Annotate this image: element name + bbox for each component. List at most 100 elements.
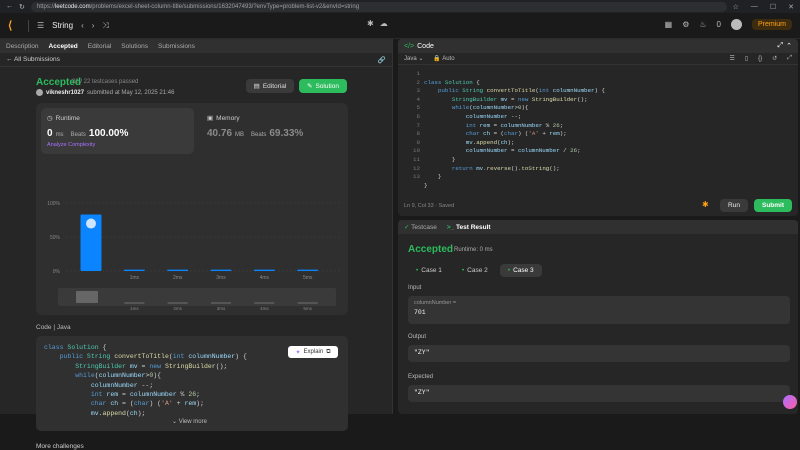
reset-icon[interactable]: ↺ [772, 55, 777, 62]
run-button[interactable]: Run [720, 199, 748, 212]
tab-test-result[interactable]: >_ Test Result [447, 224, 491, 231]
explain-label: Explain [303, 349, 324, 355]
overview-bar [211, 302, 231, 304]
memory-beats-label: Beats [251, 132, 267, 138]
bug-icon[interactable]: ✱ [367, 19, 374, 28]
next-problem-icon[interactable]: › [92, 21, 95, 30]
solution-button[interactable]: ✎ Solution [299, 79, 347, 93]
streak-count: 0 [716, 20, 721, 29]
code-editor[interactable]: 1 2 3 4 5 6 7 8 9 10 11 12 13 class Solution { publi… [398, 67, 798, 190]
submitted-at: submitted at May 12, 2025 21:46 [87, 89, 175, 96]
cursor-position: Ln 9, Col 33 [404, 203, 434, 209]
edit-icon: ✎ [307, 83, 313, 90]
bookmark-icon[interactable]: ▯ [745, 55, 748, 62]
back-to-all-submissions[interactable]: ← All Submissions [6, 56, 60, 63]
analyze-complexity-link[interactable]: Analyze Complexity [47, 142, 188, 148]
close-window-icon[interactable]: ✕ [788, 3, 794, 11]
debugger-icon[interactable]: ✱ [702, 200, 709, 209]
tab-editorial[interactable]: Editorial [88, 43, 111, 50]
divider [28, 19, 29, 32]
maximize-icon[interactable]: ☐ [770, 3, 776, 11]
y-tick-label: 50% [50, 235, 61, 241]
prev-problem-icon[interactable]: ‹ [81, 21, 84, 30]
overview-bar [254, 302, 275, 304]
layout-icon[interactable]: ▦ [665, 20, 673, 29]
case-tabs: • Case 1 • Case 2 • Case 3 [408, 264, 542, 277]
notes-icon[interactable]: ☰ [729, 55, 734, 62]
test-tabs: ✓ Testcase >_ Test Result [398, 220, 798, 234]
more-challenges-heading: More challenges [36, 443, 84, 450]
submit-button[interactable]: Submit [754, 199, 792, 212]
memory-card[interactable]: ▣ Memory 40.76 MB Beats 69.33% [201, 108, 341, 154]
case-tab-2[interactable]: • Case 2 [454, 264, 496, 277]
runtime-card[interactable]: ◷ Runtime 0 ms Beats 100.00% Analyze Comp… [41, 108, 194, 154]
explain-button[interactable]: ✦ Explain ⧉ [288, 346, 338, 358]
url-host: leetcode.com [54, 3, 91, 10]
address-bar[interactable]: https://leetcode.com/problems/excel-shee… [30, 1, 727, 12]
code-section-label: Code | Java [36, 324, 71, 331]
output-label: Output [408, 334, 427, 340]
fire-icon[interactable]: ♨ [699, 20, 706, 29]
test-result-tab-label: Test Result [456, 223, 491, 231]
testcases-passed: 22 / 22 testcases passed [72, 79, 139, 85]
maximize-panel-icon[interactable]: ⤢ [778, 42, 784, 50]
memory-unit: MB [235, 132, 245, 138]
upload-icon[interactable]: ☁ [380, 19, 388, 28]
test-result-panel: ✓ Testcase >_ Test Result Accepted Runti… [398, 220, 798, 414]
share-link-icon[interactable]: 🔗 [378, 56, 386, 64]
bar [253, 269, 275, 271]
back-icon[interactable]: ← [6, 3, 13, 10]
breadcrumb: ← All Submissions 🔗 [0, 53, 392, 67]
x-tick-label: 5ms [303, 275, 313, 281]
tab-description[interactable]: Description [6, 43, 39, 50]
pass-dot-icon: • [416, 267, 419, 274]
editor-source[interactable]: class Solution { public String convertTo… [424, 70, 605, 190]
x-tick-label: 2ms [173, 275, 183, 281]
braces-icon[interactable]: {} [758, 56, 762, 62]
sparkle-icon: ✦ [295, 349, 301, 356]
ai-assistant-icon[interactable] [783, 395, 797, 409]
code-line: char ch = (char) ('A' + rem); [90, 400, 204, 408]
star-icon[interactable]: ☆ [733, 3, 739, 11]
view-more-link[interactable]: ⌄ View more [172, 418, 207, 425]
memory-beats: 69.33% [269, 128, 304, 139]
overview-bar [124, 302, 145, 304]
chart-overview [58, 288, 336, 306]
tab-testcase[interactable]: ✓ Testcase [404, 223, 437, 231]
leetcode-logo-icon[interactable]: ⟨ [8, 20, 20, 32]
fullscreen-icon[interactable]: ⤢ [787, 55, 792, 62]
avatar[interactable] [730, 19, 742, 30]
mode-select[interactable]: 🔒 Auto [433, 55, 454, 62]
bar [297, 269, 319, 271]
reload-icon[interactable]: ↻ [19, 3, 25, 11]
line-number: 5 [416, 104, 420, 112]
username[interactable]: vikneshr1027 [46, 90, 84, 96]
premium-button[interactable]: Premium [751, 19, 792, 30]
code-editor-panel: </> Code ⤢ ⌃ Java ⌄ 🔒 Auto ☰ ▯ {} ↺ ⤢ 12… [398, 39, 798, 216]
memory-icon: ▣ [207, 115, 214, 122]
overview-tick-label: 5ms [303, 306, 312, 311]
list-icon[interactable]: ☰ [37, 21, 44, 30]
language-select[interactable]: Java ⌄ [404, 55, 423, 62]
bar [167, 269, 189, 271]
shuffle-icon[interactable]: ⤨ [102, 21, 108, 31]
x-tick-label: 1ms [130, 275, 140, 281]
case-tab-1[interactable]: • Case 1 [408, 264, 450, 277]
tab-accepted[interactable]: Accepted [49, 43, 78, 50]
problem-list-title[interactable]: String [52, 21, 73, 30]
y-tick-label: 0% [53, 269, 61, 275]
runtime-beats: 100.00% [88, 128, 129, 139]
minimize-icon[interactable]: — [751, 3, 758, 10]
editorial-button[interactable]: ▤ Editorial [246, 79, 294, 93]
url-prefix: https:// [36, 3, 55, 10]
settings-icon[interactable]: ⚙ [682, 20, 689, 29]
code-label: Code [36, 324, 52, 331]
collapse-panel-icon[interactable]: ⌃ [786, 42, 792, 50]
case-tab-3[interactable]: • Case 3 [499, 264, 542, 277]
runtime-value: 0 [47, 128, 53, 139]
copy-icon[interactable]: ⧉ [326, 349, 330, 356]
tab-submissions[interactable]: Submissions [158, 43, 195, 50]
tab-solutions[interactable]: Solutions [121, 43, 148, 50]
editor-toolbar: Java ⌄ 🔒 Auto ☰ ▯ {} ↺ ⤢ [398, 53, 798, 65]
test-status: Accepted [408, 244, 454, 255]
